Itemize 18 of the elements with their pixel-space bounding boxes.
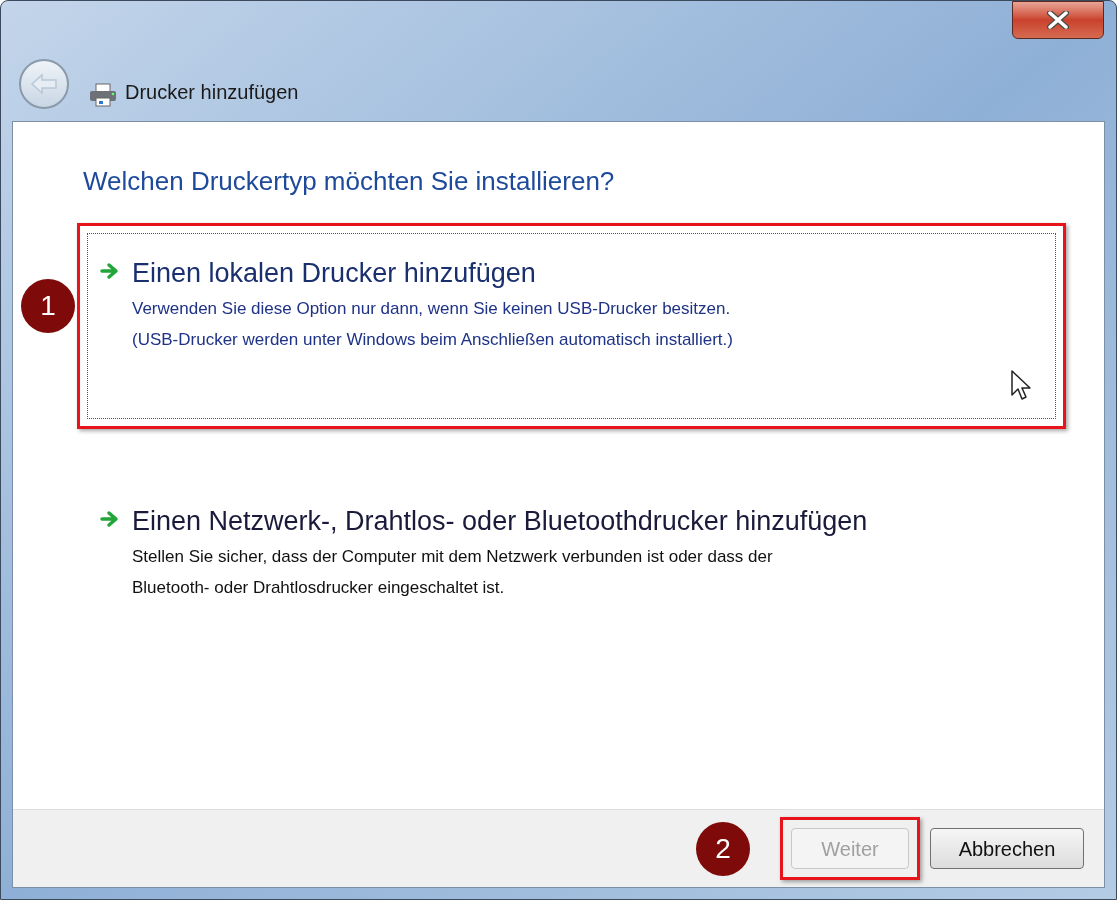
option-item[interactable]: Einen lokalen Drucker hinzufügen Verwenden Sie diese Option nur dann, wenn Sie keinen USB-Drucker besitzen. (USB-Drucker werden unter Windows beim Anschließen automatisch installiert.) — [87, 233, 1056, 419]
mouse-cursor-icon — [1011, 370, 1033, 402]
callout-marker: 2 — [696, 821, 750, 876]
close-icon — [1047, 11, 1069, 29]
page-heading: Welchen Druckertyp möchten Sie installieren? — [83, 165, 616, 198]
window-title: Drucker hinzufügen — [125, 80, 299, 105]
arrow-icon — [100, 262, 120, 280]
option-description: Verwenden Sie diese Option nur dann, wenn Sie keinen USB-Drucker besitzen. (USB-Drucker werden unter Windows beim Anschließen automatisch installiert.) — [132, 298, 733, 351]
back-arrow-icon — [30, 72, 58, 96]
close-button[interactable] — [1012, 1, 1104, 39]
option-item[interactable]: Einen Netzwerk-, Drahtlos- oder Bluetoothdrucker hinzufügen Stellen Sie sicher, dass der Computer mit dem Netzwerk verbunden ist oder dass der Bluetooth- oder Drahtlosdrucker eingeschaltet ist. — [87, 481, 1056, 667]
printer-icon — [89, 83, 117, 107]
callout-marker: 1 — [21, 279, 75, 333]
arrow-icon — [100, 510, 120, 528]
option-title: Einen Netzwerk-, Drahtlos- oder Bluetoothdrucker hinzufügen — [132, 505, 868, 538]
option-description: Stellen Sie sicher, dass der Computer mit dem Netzwerk verbunden ist oder dass der Bluetooth- oder Drahtlosdrucker eingeschaltet ist. — [132, 546, 774, 599]
dialog-button[interactable]: Abbrechen — [930, 828, 1084, 869]
option-title: Einen lokalen Drucker hinzufügen — [132, 257, 537, 290]
